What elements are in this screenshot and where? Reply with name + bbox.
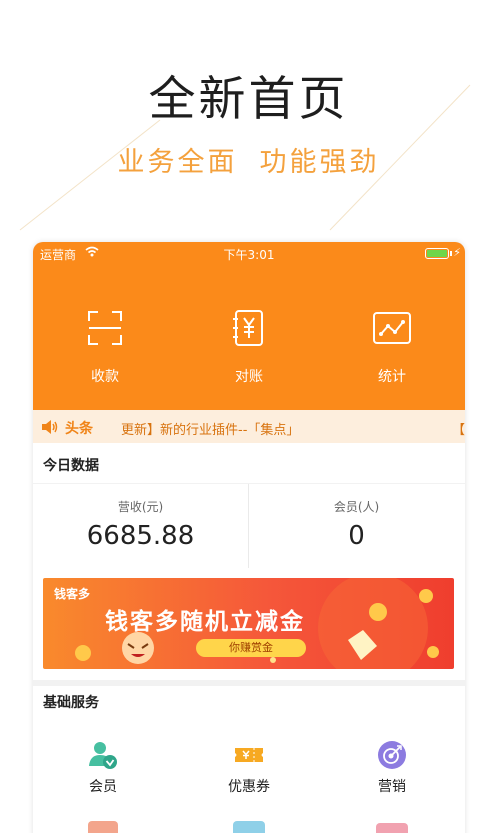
battery-level	[427, 250, 447, 257]
service-row-2-item-2[interactable]	[233, 821, 265, 833]
statistics-label: 统计	[378, 369, 406, 385]
banner-button[interactable]: 你赚赏金	[196, 639, 306, 657]
promo-subtitle: 业务全面 功能强劲	[0, 140, 497, 179]
service-marketing[interactable]: 营销	[342, 740, 442, 796]
headline-label: 头条	[65, 421, 93, 437]
members-value: 0	[348, 521, 365, 551]
headline-text[interactable]: 更新】新的行业插件--「集点」	[121, 419, 299, 438]
promo-subtitle-left: 业务全面	[117, 147, 238, 178]
today-data-title: 今日数据	[43, 458, 99, 474]
basic-services: 基础服务 会员 优惠券 营销	[33, 686, 465, 833]
marketing-icon	[378, 741, 406, 769]
speaker-icon	[42, 420, 58, 434]
service-member[interactable]: 会员	[53, 740, 153, 796]
yen-ledger-icon	[233, 310, 263, 346]
revenue-value: 6685.88	[86, 521, 195, 551]
reconcile-button[interactable]: 对账	[199, 308, 299, 386]
revenue-stat[interactable]: 营收(元) 6685.88	[33, 484, 248, 568]
battery-cap	[450, 251, 452, 256]
marketing-label: 营销	[378, 779, 406, 795]
member-icon	[89, 742, 117, 769]
members-label: 会员(人)	[333, 500, 380, 514]
collect-button[interactable]: 收款	[55, 308, 155, 386]
today-stats: 营收(元) 6685.88 会员(人) 0	[33, 484, 465, 568]
scan-icon	[88, 311, 122, 345]
service-row-2-item-3[interactable]	[376, 823, 408, 833]
coupon-label: 优惠券	[228, 779, 270, 795]
phone-screen: 运营商 下午3:01 ⚡ 收款 对账 统计 头条 更新】新的行业插件--「集点」…	[33, 242, 465, 833]
statistics-button[interactable]: 统计	[342, 308, 442, 386]
reconcile-label: 对账	[235, 369, 263, 385]
collect-label: 收款	[91, 369, 119, 385]
banner-logo: 钱客多	[54, 587, 91, 601]
service-coupon[interactable]: 优惠券	[199, 740, 299, 796]
member-label: 会员	[89, 779, 117, 795]
line-chart-icon	[373, 312, 411, 344]
status-time: 下午3:01	[223, 248, 275, 262]
service-row-2-item-1[interactable]	[88, 821, 118, 833]
headline-text-next: 【	[451, 423, 465, 438]
promo-title: 全新首页	[148, 72, 349, 127]
promo-subtitle-right: 功能强劲	[259, 147, 380, 178]
lightning-icon: ⚡	[453, 246, 461, 259]
members-stat[interactable]: 会员(人) 0	[249, 484, 464, 568]
coupon-icon	[235, 748, 263, 762]
status-bar: 运营商 下午3:01 ⚡	[33, 242, 465, 264]
header-panel: 运营商 下午3:01 ⚡ 收款 对账 统计	[33, 242, 465, 410]
revenue-label: 营收(元)	[117, 500, 164, 514]
headline-ticker[interactable]: 头条 更新】新的行业插件--「集点」 【	[33, 410, 465, 443]
promo-banner-section: 钱客多 钱客多随机立减金 你赚赏金	[33, 568, 465, 680]
today-data-header: 今日数据	[33, 443, 465, 483]
battery-icon	[425, 248, 449, 259]
banner-title: 钱客多随机立减金	[105, 609, 305, 635]
basic-services-title: 基础服务	[43, 695, 99, 711]
